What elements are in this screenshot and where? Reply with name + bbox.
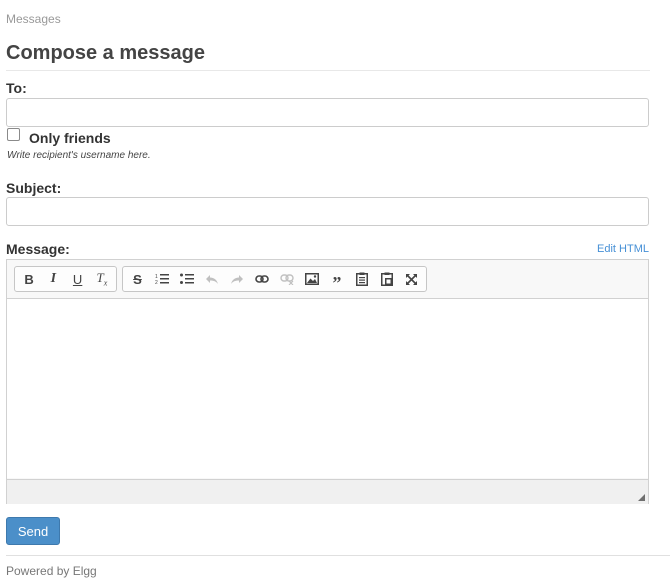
undo-icon: [206, 275, 219, 284]
editor-toolbar: B I U Tx S 1 2 ”: [7, 260, 648, 299]
numbered-list-icon: 1 2: [155, 274, 170, 285]
editor-statusbar: [7, 479, 648, 504]
remove-format-icon: Tx: [96, 270, 108, 288]
footer-divider: [6, 555, 670, 556]
edit-html-link[interactable]: Edit HTML: [597, 243, 649, 255]
redo-icon: [231, 275, 244, 284]
bold-icon: B: [24, 271, 34, 287]
only-friends-checkbox[interactable]: [7, 128, 20, 141]
paste-button[interactable]: [349, 268, 374, 290]
paste-from-word-icon: [380, 272, 393, 286]
svg-text:2: 2: [155, 280, 158, 285]
unlink-button[interactable]: [275, 268, 300, 290]
page-title: Compose a message: [6, 42, 205, 64]
toolbar-group-tools: S 1 2 ”: [122, 266, 427, 292]
strikethrough-icon: S: [133, 271, 142, 287]
italic-icon: I: [50, 271, 57, 286]
powered-by-footer[interactable]: Powered by Elgg: [6, 564, 97, 578]
to-label: To:: [6, 80, 27, 96]
numbered-list-button[interactable]: 1 2: [150, 268, 175, 290]
message-label: Message:: [6, 241, 70, 257]
send-button[interactable]: Send: [6, 517, 60, 545]
redo-button[interactable]: [225, 268, 250, 290]
undo-button[interactable]: [200, 268, 225, 290]
link-button[interactable]: [250, 268, 275, 290]
to-help-text: Write recipient's username here.: [7, 150, 151, 161]
image-icon: [304, 273, 319, 285]
bulleted-list-icon: [180, 273, 195, 284]
maximize-button[interactable]: [399, 268, 424, 290]
breadcrumb[interactable]: Messages: [6, 12, 61, 26]
strikethrough-button[interactable]: S: [125, 268, 150, 290]
to-input[interactable]: [6, 98, 649, 127]
blockquote-icon: ”: [332, 273, 342, 293]
subject-label: Subject:: [6, 180, 62, 196]
underline-button[interactable]: U: [66, 268, 90, 290]
message-body-area[interactable]: [7, 299, 648, 478]
bulleted-list-button[interactable]: [175, 268, 200, 290]
paste-icon: [355, 272, 368, 286]
unlink-icon: [280, 274, 294, 285]
resize-handle-icon[interactable]: [638, 494, 645, 501]
subject-input[interactable]: [6, 197, 649, 226]
italic-button[interactable]: I: [41, 268, 65, 290]
title-divider: [6, 70, 650, 71]
rich-text-editor: B I U Tx S 1 2 ”: [6, 259, 649, 504]
blockquote-button[interactable]: ”: [324, 268, 349, 293]
image-button[interactable]: [299, 268, 324, 290]
paste-from-word-button[interactable]: [374, 268, 399, 290]
toolbar-group-basic-styles: B I U Tx: [14, 266, 117, 292]
maximize-icon: [406, 273, 418, 285]
underline-icon: U: [72, 271, 83, 287]
link-icon: [255, 275, 269, 283]
remove-format-button[interactable]: Tx: [90, 268, 114, 290]
bold-button[interactable]: B: [17, 268, 41, 290]
only-friends-label[interactable]: Only friends: [29, 130, 111, 146]
